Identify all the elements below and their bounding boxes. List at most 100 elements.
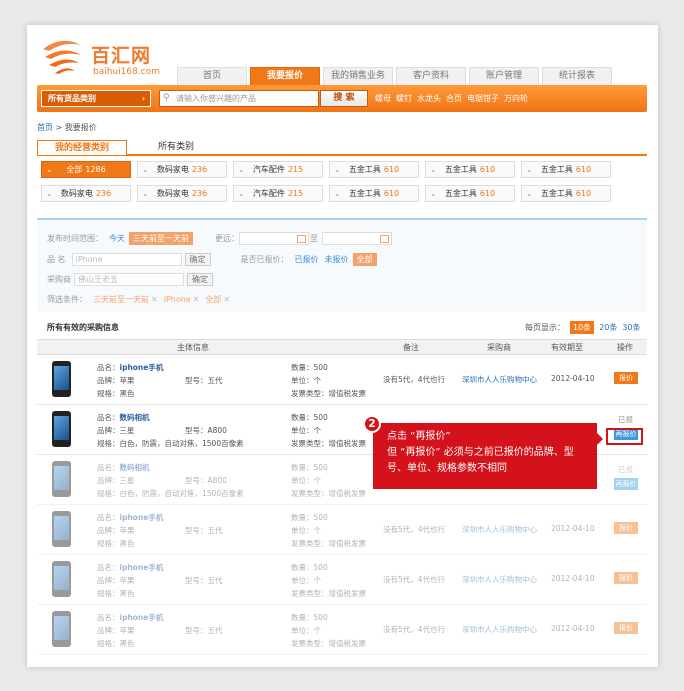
category-chip[interactable]: ⌄ 汽车配件 215 bbox=[233, 161, 323, 178]
note: 没有5代，4代也行 bbox=[383, 575, 446, 584]
hot-keyword[interactable]: 水龙头 bbox=[417, 93, 441, 104]
table-row: 品名：iphone手机 品牌：苹果 规格：黑色 型号：五代 数量：500 单位：… bbox=[37, 506, 647, 555]
per-page-20[interactable]: 20条 bbox=[599, 322, 617, 333]
per-page-10[interactable]: 10条 bbox=[570, 321, 595, 334]
per-page-label: 每页显示： bbox=[525, 323, 565, 332]
tab-reports[interactable]: 统计报表 bbox=[542, 67, 612, 85]
product-name[interactable]: iphone手机 bbox=[120, 613, 164, 622]
quote-button[interactable]: 报价 bbox=[614, 522, 638, 534]
category-chip[interactable]: ⌄ 五金工具 610 bbox=[329, 161, 419, 178]
category-chip[interactable]: ⌄ 数码家电 236 bbox=[41, 185, 131, 202]
note: 没有5代，4代也行 bbox=[383, 375, 446, 384]
quote-button[interactable]: 报价 bbox=[614, 622, 638, 634]
product-spec: 规格：白色，防震，自动对焦，1500百像素 bbox=[97, 489, 244, 498]
name-label: 品 名 bbox=[47, 255, 66, 264]
calendar-icon[interactable] bbox=[297, 234, 306, 243]
product-image[interactable] bbox=[52, 511, 71, 547]
product-name[interactable]: iphone手机 bbox=[120, 563, 164, 572]
quoted-yes-link[interactable]: 已报价 bbox=[295, 254, 319, 265]
category-chip[interactable]: ⌄ 五金工具 610 bbox=[425, 161, 515, 178]
category-chip[interactable]: ⌄ 数码家电 236 bbox=[137, 185, 227, 202]
condition-tag[interactable]: 全部 ✕ bbox=[205, 294, 230, 305]
table-row: 品名：iphone手机 品牌：苹果 规格：黑色 型号：五代 数量：500 单位：… bbox=[37, 556, 647, 605]
buyer-input[interactable]: 佛山王老五 bbox=[74, 273, 184, 286]
close-icon[interactable]: ✕ bbox=[151, 295, 158, 304]
condition-tag[interactable]: iPhone ✕ bbox=[164, 295, 200, 304]
quantity: 数量：500 bbox=[291, 513, 328, 522]
product-image[interactable] bbox=[52, 461, 71, 497]
search-input[interactable]: ⚲ 请输入你感兴趣的产品 bbox=[159, 90, 319, 107]
quantity: 数量：500 bbox=[291, 563, 328, 572]
hot-keyword[interactable]: 电锯钳子 bbox=[467, 93, 499, 104]
close-icon[interactable]: ✕ bbox=[223, 295, 230, 304]
product-image[interactable] bbox=[52, 361, 71, 397]
condition-text: iPhone bbox=[163, 295, 191, 304]
publish-range-selected[interactable]: 三天前至一天前 bbox=[129, 232, 193, 245]
hot-keyword[interactable]: 螺母 bbox=[375, 93, 391, 104]
search-icon: ⚲ bbox=[163, 93, 170, 103]
publish-label: 发布时间范围： bbox=[47, 234, 103, 243]
note: 没有5代，4代也行 bbox=[383, 525, 446, 534]
buyer-confirm-button[interactable]: 确定 bbox=[187, 273, 213, 286]
product-name[interactable]: 数码相机 bbox=[120, 463, 150, 472]
name-confirm-button[interactable]: 确定 bbox=[184, 253, 211, 266]
hot-keyword[interactable]: 合页 bbox=[446, 93, 462, 104]
buyer-link[interactable]: 深圳市人人乐购物中心 bbox=[462, 524, 537, 535]
tab-my-categories[interactable]: 我的经营类别 bbox=[37, 140, 127, 155]
breadcrumb-home[interactable]: 首页 bbox=[37, 123, 53, 132]
product-model: 型号：A800 bbox=[185, 476, 227, 485]
list-title: 所有有效的采购信息 bbox=[47, 323, 119, 332]
step-number-badge: 2 bbox=[363, 415, 381, 433]
product-image[interactable] bbox=[52, 561, 71, 597]
buyer-link[interactable]: 深圳市人人乐购物中心 bbox=[462, 574, 537, 585]
hot-keyword[interactable]: 万向轮 bbox=[504, 93, 528, 104]
quoted-all-selected[interactable]: 全部 bbox=[352, 253, 377, 266]
tab-home[interactable]: 首页 bbox=[177, 67, 247, 85]
order-info: 数量：500 单位：个 发票类型：增值税发票 bbox=[291, 461, 366, 500]
chevron-down-icon: ⌄ bbox=[142, 189, 149, 198]
tab-sales[interactable]: 我的销售业务 bbox=[323, 67, 393, 85]
condition-tag[interactable]: 三天前至一天前 ✕ bbox=[93, 294, 158, 305]
expiry-date: 2012-04-10 bbox=[551, 374, 595, 383]
quoted-no-link[interactable]: 未报价 bbox=[325, 254, 349, 265]
quote-button[interactable]: 报价 bbox=[614, 372, 638, 384]
product-name[interactable]: iphone手机 bbox=[120, 363, 164, 372]
product-image[interactable] bbox=[52, 411, 71, 447]
quote-button[interactable]: 报价 bbox=[614, 572, 638, 584]
chip-label: 汽车配件 bbox=[252, 189, 285, 198]
search-button[interactable]: 搜 索 bbox=[320, 90, 368, 107]
name-input[interactable]: iPhone bbox=[71, 253, 182, 266]
category-chip[interactable]: ⌄ 五金工具 610 bbox=[521, 161, 611, 178]
publish-today-link[interactable]: 今天 bbox=[109, 233, 125, 244]
conditions-label: 筛选条件： bbox=[47, 295, 87, 304]
requote-button[interactable]: 再报价 bbox=[614, 478, 638, 490]
chip-label: 全部 bbox=[66, 165, 83, 174]
unit: 单位：个 bbox=[291, 576, 321, 585]
per-page-30[interactable]: 30条 bbox=[622, 322, 640, 333]
category-dropdown[interactable]: 所有货品类别 › bbox=[41, 90, 151, 107]
calendar-icon[interactable] bbox=[380, 234, 389, 243]
tab-quote[interactable]: 我要报价 bbox=[250, 67, 320, 85]
name-label: 品名： bbox=[97, 413, 120, 422]
product-name[interactable]: 数码相机 bbox=[120, 413, 150, 422]
tab-account[interactable]: 账户管理 bbox=[469, 67, 539, 85]
hot-keyword[interactable]: 螺钉 bbox=[396, 93, 412, 104]
category-chip[interactable]: ⌄ 五金工具 610 bbox=[329, 185, 419, 202]
category-chip[interactable]: ⌄ 数码家电 236 bbox=[137, 161, 227, 178]
tab-customers[interactable]: 客户资料 bbox=[396, 67, 466, 85]
category-chip[interactable]: ⌄ 汽车配件 215 bbox=[233, 185, 323, 202]
category-chip[interactable]: ⌄ 全部 1286 bbox=[41, 161, 131, 178]
product-model: 型号：A800 bbox=[185, 426, 227, 435]
site-logo[interactable]: 百汇网 baihui168.com bbox=[37, 33, 177, 83]
name-label: 品名： bbox=[97, 613, 120, 622]
tab-all-categories[interactable]: 所有类别 bbox=[131, 140, 221, 155]
chevron-down-icon: ⌄ bbox=[526, 189, 533, 198]
close-icon[interactable]: ✕ bbox=[193, 295, 200, 304]
chevron-down-icon: ⌄ bbox=[142, 165, 149, 174]
category-chip[interactable]: ⌄ 五金工具 610 bbox=[425, 185, 515, 202]
product-name[interactable]: iphone手机 bbox=[120, 513, 164, 522]
buyer-link[interactable]: 深圳市人人乐购物中心 bbox=[462, 374, 537, 385]
product-image[interactable] bbox=[52, 611, 71, 647]
buyer-link[interactable]: 深圳市人人乐购物中心 bbox=[462, 624, 537, 635]
category-chip[interactable]: ⌄ 五金工具 610 bbox=[521, 185, 611, 202]
